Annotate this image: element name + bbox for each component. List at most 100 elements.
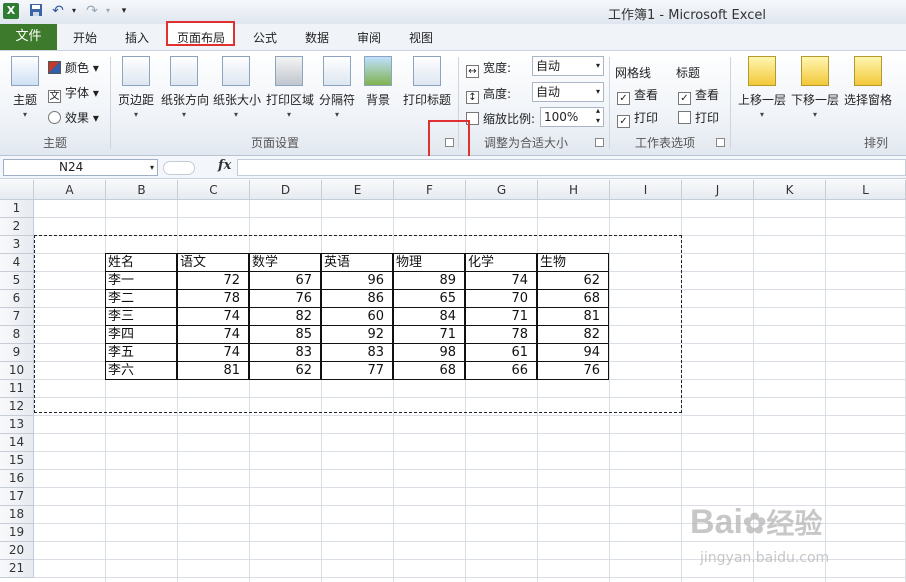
table-cell[interactable]: 77 xyxy=(321,361,393,380)
column-header[interactable]: K xyxy=(754,180,826,200)
undo-icon[interactable]: ↶ xyxy=(50,3,66,19)
table-cell[interactable]: 74 xyxy=(177,325,249,344)
table-cell[interactable]: 68 xyxy=(393,361,465,380)
tab-home[interactable]: 开始 xyxy=(73,29,97,46)
table-header-cell[interactable]: 物理 xyxy=(393,253,465,272)
select-all-corner[interactable] xyxy=(0,180,34,200)
table-cell[interactable]: 82 xyxy=(249,307,321,326)
row-header[interactable]: 3 xyxy=(0,236,34,254)
table-cell[interactable]: 94 xyxy=(537,343,609,362)
table-cell[interactable]: 98 xyxy=(393,343,465,362)
colors-button[interactable]: 颜色 ▾ xyxy=(48,59,99,76)
table-cell[interactable]: 82 xyxy=(537,325,609,344)
table-cell[interactable]: 李一 xyxy=(105,271,177,290)
row-header[interactable]: 12 xyxy=(0,398,34,416)
sheet-options-launcher-icon[interactable] xyxy=(716,138,725,147)
row-header[interactable]: 9 xyxy=(0,344,34,362)
row-header[interactable]: 21 xyxy=(0,560,34,578)
tab-review[interactable]: 审阅 xyxy=(357,29,381,46)
table-cell[interactable]: 72 xyxy=(177,271,249,290)
table-cell[interactable]: 李五 xyxy=(105,343,177,362)
row-header[interactable]: 20 xyxy=(0,542,34,560)
table-cell[interactable]: 96 xyxy=(321,271,393,290)
row-header[interactable]: 15 xyxy=(0,452,34,470)
save-icon[interactable] xyxy=(28,3,44,19)
row-header[interactable]: 1 xyxy=(0,200,34,218)
table-cell[interactable]: 78 xyxy=(465,325,537,344)
width-select[interactable]: 自动 ▾ xyxy=(532,56,604,76)
column-header[interactable]: D xyxy=(250,180,322,200)
table-cell[interactable]: 92 xyxy=(321,325,393,344)
formula-input[interactable] xyxy=(237,159,906,176)
print-titles-button[interactable]: 打印标题 xyxy=(402,56,452,108)
row-header[interactable]: 18 xyxy=(0,506,34,524)
gridlines-view-checkbox[interactable]: ✓ 查看 xyxy=(617,86,658,105)
row-header[interactable]: 4 xyxy=(0,254,34,272)
tab-page-layout[interactable]: 页面布局 xyxy=(177,29,225,46)
send-backward-button[interactable]: 下移一层 ▾ xyxy=(791,56,839,119)
background-button[interactable]: 背景 xyxy=(364,56,392,108)
table-cell[interactable]: 81 xyxy=(537,307,609,326)
size-button[interactable]: 纸张大小 ▾ xyxy=(213,56,261,119)
column-header[interactable]: J xyxy=(682,180,754,200)
column-header[interactable]: G xyxy=(466,180,538,200)
table-cell[interactable]: 李二 xyxy=(105,289,177,308)
row-header[interactable]: 5 xyxy=(0,272,34,290)
height-select[interactable]: 自动 ▾ xyxy=(532,82,604,102)
print-area-button[interactable]: 打印区域 ▾ xyxy=(266,56,314,119)
table-cell[interactable]: 66 xyxy=(465,361,537,380)
table-header-cell[interactable]: 化学 xyxy=(465,253,537,272)
column-header[interactable]: F xyxy=(394,180,466,200)
row-header[interactable]: 16 xyxy=(0,470,34,488)
row-header[interactable]: 10 xyxy=(0,362,34,380)
table-cell[interactable]: 李四 xyxy=(105,325,177,344)
table-cell[interactable]: 67 xyxy=(249,271,321,290)
table-cell[interactable]: 70 xyxy=(465,289,537,308)
column-header[interactable]: L xyxy=(826,180,906,200)
column-header[interactable]: B xyxy=(106,180,178,200)
table-cell[interactable]: 81 xyxy=(177,361,249,380)
fonts-button[interactable]: 文字体 ▾ xyxy=(48,84,99,103)
table-cell[interactable]: 74 xyxy=(177,307,249,326)
row-header[interactable]: 8 xyxy=(0,326,34,344)
table-cell[interactable]: 74 xyxy=(177,343,249,362)
row-header[interactable]: 11 xyxy=(0,380,34,398)
table-cell[interactable]: 83 xyxy=(249,343,321,362)
tab-file[interactable]: 文件 xyxy=(0,24,57,50)
redo-dropdown-icon[interactable]: ▾ xyxy=(100,3,116,19)
orientation-button[interactable]: 纸张方向 ▾ xyxy=(161,56,209,119)
table-cell[interactable]: 李三 xyxy=(105,307,177,326)
effects-button[interactable]: 效果 ▾ xyxy=(48,109,99,126)
table-cell[interactable]: 83 xyxy=(321,343,393,362)
column-header[interactable]: A xyxy=(34,180,106,200)
selection-pane-button[interactable]: 选择窗格 xyxy=(844,56,892,108)
column-header[interactable]: E xyxy=(322,180,394,200)
row-header[interactable]: 17 xyxy=(0,488,34,506)
table-header-cell[interactable]: 英语 xyxy=(321,253,393,272)
scale-stepper[interactable]: 100% ▴ ▾ xyxy=(540,106,604,127)
table-cell[interactable]: 65 xyxy=(393,289,465,308)
tab-data[interactable]: 数据 xyxy=(305,29,329,46)
undo-dropdown-icon[interactable]: ▾ xyxy=(66,3,82,19)
table-header-cell[interactable]: 数学 xyxy=(249,253,321,272)
table-header-cell[interactable]: 生物 xyxy=(537,253,609,272)
table-cell[interactable]: 68 xyxy=(537,289,609,308)
theme-button[interactable]: 主题 ▾ xyxy=(8,56,42,119)
tab-formulas[interactable]: 公式 xyxy=(253,29,277,46)
tab-view[interactable]: 视图 xyxy=(409,29,433,46)
table-cell[interactable]: 89 xyxy=(393,271,465,290)
row-header[interactable]: 7 xyxy=(0,308,34,326)
bring-forward-button[interactable]: 上移一层 ▾ xyxy=(738,56,786,119)
margins-button[interactable]: 页边距 ▾ xyxy=(116,56,156,119)
table-cell[interactable]: 74 xyxy=(465,271,537,290)
table-cell[interactable]: 84 xyxy=(393,307,465,326)
row-header[interactable]: 19 xyxy=(0,524,34,542)
name-box[interactable]: N24 ▾ xyxy=(3,159,158,176)
table-header-cell[interactable]: 语文 xyxy=(177,253,249,272)
headings-print-checkbox[interactable]: 打印 xyxy=(678,109,719,126)
table-cell[interactable]: 62 xyxy=(249,361,321,380)
column-header[interactable]: H xyxy=(538,180,610,200)
chevron-down-icon[interactable]: ▾ xyxy=(150,160,154,175)
customize-icon[interactable]: ▾ xyxy=(116,3,132,19)
row-header[interactable]: 14 xyxy=(0,434,34,452)
